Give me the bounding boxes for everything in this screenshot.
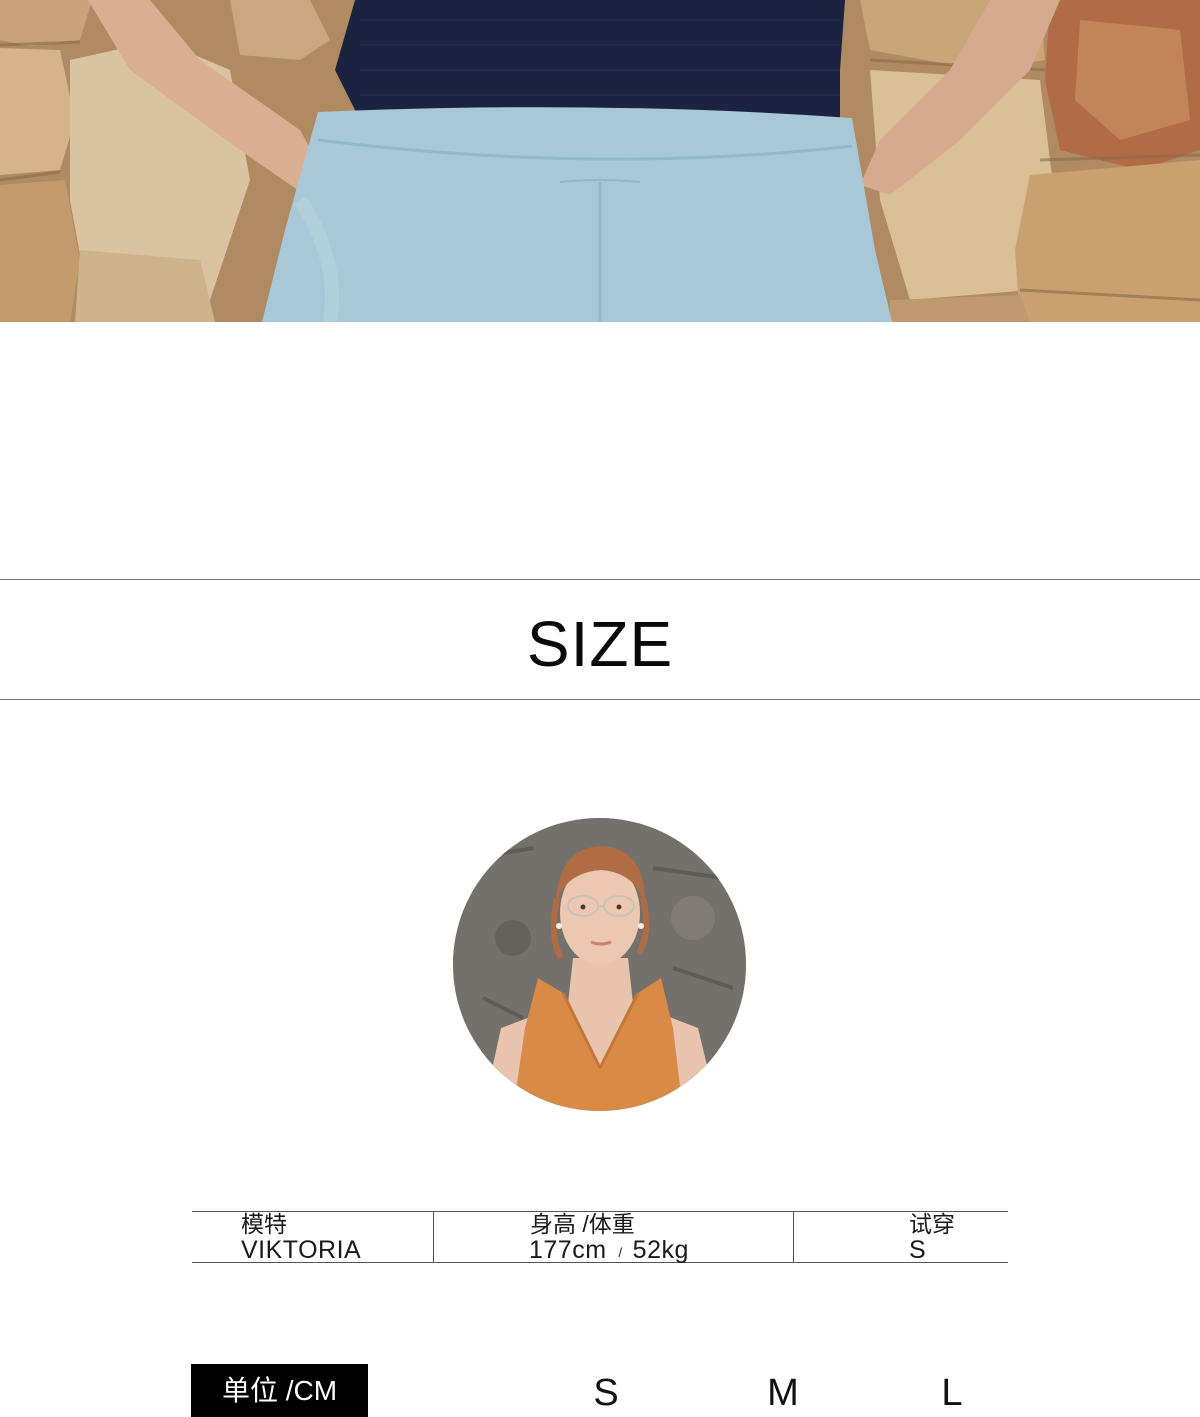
product-hero-photo (0, 0, 1200, 322)
section-title: SIZE (526, 608, 674, 680)
weight-value: 52kg (632, 1236, 689, 1264)
try-on-header: 试穿 (909, 1211, 955, 1237)
model-header: 模特 (241, 1211, 287, 1237)
try-on-column: 试穿 S (793, 1211, 1009, 1264)
height-weight-separator: / (618, 1245, 623, 1260)
size-column-header-s: S (593, 1372, 619, 1414)
size-column-header-l: L (941, 1372, 963, 1414)
section-divider-top (0, 579, 1200, 580)
height-weight-value: 177cm / 52kg (529, 1238, 689, 1265)
model-name-value: VIKTORIA (241, 1236, 362, 1264)
size-column-header-m: M (767, 1372, 799, 1414)
section-divider-bottom (0, 699, 1200, 700)
model-name-column: 模特 VIKTORIA (192, 1211, 433, 1264)
height-weight-header: 身高 /体重 (530, 1211, 635, 1237)
model-info-table: 模特 VIKTORIA 身高 /体重 177cm / 52kg 试穿 S (192, 1211, 1008, 1263)
try-on-size-value: S (909, 1236, 927, 1264)
model-avatar (453, 818, 746, 1111)
height-weight-column: 身高 /体重 177cm / 52kg (433, 1211, 794, 1265)
height-value: 177cm (529, 1236, 607, 1264)
unit-label-badge: 单位 /CM (191, 1364, 368, 1417)
